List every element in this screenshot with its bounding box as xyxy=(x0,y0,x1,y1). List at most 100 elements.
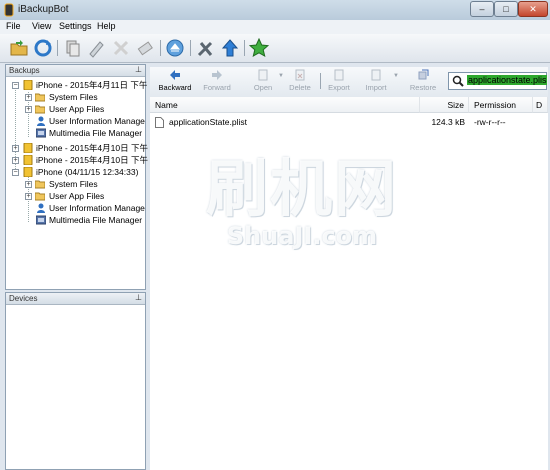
import-button[interactable]: Import xyxy=(360,69,392,95)
tree-item-label: iPhone (04/11/15 12:34:33) xyxy=(36,167,139,177)
star-icon[interactable] xyxy=(249,38,269,58)
expand-icon[interactable]: + xyxy=(25,181,32,188)
export-label: Export xyxy=(328,83,350,92)
dropdown-arrow-icon[interactable]: ▼ xyxy=(393,73,399,79)
open-button[interactable]: Open xyxy=(248,69,278,95)
tree-item-multimedia[interactable]: Multimedia File Manager xyxy=(6,214,145,226)
window-title: iBackupBot xyxy=(18,4,69,15)
delete-file-icon xyxy=(295,69,305,81)
tree-item-label: User Information Manage xyxy=(49,116,145,126)
column-header-permission[interactable]: Permission xyxy=(469,97,533,113)
collapse-icon[interactable]: − xyxy=(12,169,19,176)
folder-icon xyxy=(35,180,45,189)
menu-help[interactable]: Help xyxy=(97,21,116,31)
menu-view[interactable]: View xyxy=(32,21,51,31)
pin-icon[interactable]: ⊥ xyxy=(135,65,142,74)
file-icon xyxy=(155,117,164,128)
main-toolbar xyxy=(0,34,550,63)
maximize-button[interactable]: □ xyxy=(494,1,518,17)
collapse-icon[interactable]: − xyxy=(12,82,19,89)
expand-icon[interactable]: + xyxy=(12,145,19,152)
column-header-name[interactable]: Name xyxy=(150,97,420,113)
column-header-size[interactable]: Size xyxy=(420,97,469,113)
restore-button[interactable]: Restore xyxy=(406,69,440,95)
restore-label: Restore xyxy=(409,83,437,92)
restore-icon xyxy=(418,69,429,80)
eraser-icon[interactable] xyxy=(135,38,155,58)
multimedia-icon xyxy=(36,128,46,138)
search-input[interactable]: applicationstate.plis xyxy=(448,72,547,90)
tree-item-label: System Files xyxy=(49,179,98,189)
devices-panel: Devices ⊥ xyxy=(5,292,146,470)
toolbar-separator xyxy=(244,40,245,56)
tree-item-backup[interactable]: + iPhone - 2015年4月10日 下午 xyxy=(6,142,148,154)
expand-icon[interactable]: + xyxy=(12,157,19,164)
delete-button[interactable]: Delete xyxy=(286,69,314,95)
back-arrow-icon xyxy=(170,70,180,80)
tree-item-backup[interactable]: − iPhone - 2015年4月11日 下午 xyxy=(6,79,147,91)
backward-button[interactable]: Backward xyxy=(156,69,194,95)
tree-item-backup[interactable]: − iPhone (04/11/15 12:34:33) xyxy=(6,166,145,178)
menu-bar: File View Settings Help xyxy=(0,20,550,34)
open-file-icon xyxy=(258,69,268,81)
close-button[interactable]: ✕ xyxy=(518,1,548,17)
minimize-button[interactable]: – xyxy=(470,1,494,17)
watermark: 刷机网 ShuaJI.com xyxy=(192,138,412,250)
tree-item-system-files[interactable]: + System Files xyxy=(6,178,145,190)
tree-item-label: Multimedia File Manager xyxy=(49,128,143,138)
multimedia-icon xyxy=(36,215,46,225)
tree-item-label: User Information Manage xyxy=(49,203,145,213)
iphone-backup-icon xyxy=(23,80,33,90)
toolbar-separator xyxy=(160,40,161,56)
toolbar-separator xyxy=(320,73,321,89)
file-size: 124.3 kB xyxy=(431,117,465,127)
user-icon xyxy=(37,116,45,126)
open-folder-icon[interactable] xyxy=(9,38,29,58)
column-header-date[interactable]: D xyxy=(533,97,548,113)
tree-item-user-information[interactable]: User Information Manage xyxy=(6,202,145,214)
delete-label: Delete xyxy=(289,83,311,92)
delete-icon[interactable] xyxy=(111,38,131,58)
tree-item-multimedia[interactable]: Multimedia File Manager xyxy=(6,127,145,139)
backups-panel-header: Backups ⊥ xyxy=(6,65,145,77)
forward-button[interactable]: Forward xyxy=(200,69,234,95)
clean-icon[interactable] xyxy=(87,38,107,58)
file-name: applicationState.plist xyxy=(169,117,247,127)
expand-icon[interactable]: + xyxy=(25,94,32,101)
tree-item-backup[interactable]: + iPhone - 2015年4月10日 下午 xyxy=(6,154,148,166)
backups-panel-title: Backups xyxy=(9,66,40,75)
search-value: applicationstate.plis xyxy=(467,75,547,85)
watermark-cn: 刷机网 xyxy=(205,152,398,225)
copy-icon[interactable] xyxy=(63,38,83,58)
devices-panel-title: Devices xyxy=(9,294,38,303)
menu-settings[interactable]: Settings xyxy=(59,21,92,31)
tree-item-label: iPhone - 2015年4月10日 下午 xyxy=(36,143,148,153)
tree-item-label: Multimedia File Manager xyxy=(49,215,143,225)
tree-item-user-information[interactable]: User Information Manage xyxy=(6,115,145,127)
tree-item-system-files[interactable]: + System Files xyxy=(6,91,145,103)
tree-item-user-app-files[interactable]: + User App Files xyxy=(6,190,145,202)
expand-icon[interactable]: + xyxy=(25,106,32,113)
backward-label: Backward xyxy=(158,83,192,92)
tree-item-label: User App Files xyxy=(49,191,105,201)
folder-icon xyxy=(35,93,45,102)
toolbar-separator xyxy=(57,40,58,56)
tree-item-user-app-files[interactable]: + User App Files xyxy=(6,103,145,115)
folder-icon xyxy=(35,105,45,114)
tools-icon[interactable] xyxy=(196,38,216,58)
dropdown-arrow-icon[interactable]: ▼ xyxy=(278,73,284,79)
menu-file[interactable]: File xyxy=(6,21,21,31)
search-icon xyxy=(452,75,464,87)
import-label: Import xyxy=(365,83,387,92)
tree-item-label: System Files xyxy=(49,92,98,102)
import-icon xyxy=(371,69,381,81)
expand-icon[interactable]: + xyxy=(25,193,32,200)
refresh-icon[interactable] xyxy=(33,38,53,58)
pin-icon[interactable]: ⊥ xyxy=(135,293,142,302)
upload-arrow-icon[interactable] xyxy=(220,38,240,58)
eject-icon[interactable] xyxy=(165,38,185,58)
iphone-backup-icon xyxy=(23,143,33,153)
forward-arrow-icon xyxy=(212,70,222,80)
export-button[interactable]: Export xyxy=(324,69,354,95)
table-row[interactable]: applicationState.plist 124.3 kB -rw-r--r… xyxy=(150,115,548,129)
